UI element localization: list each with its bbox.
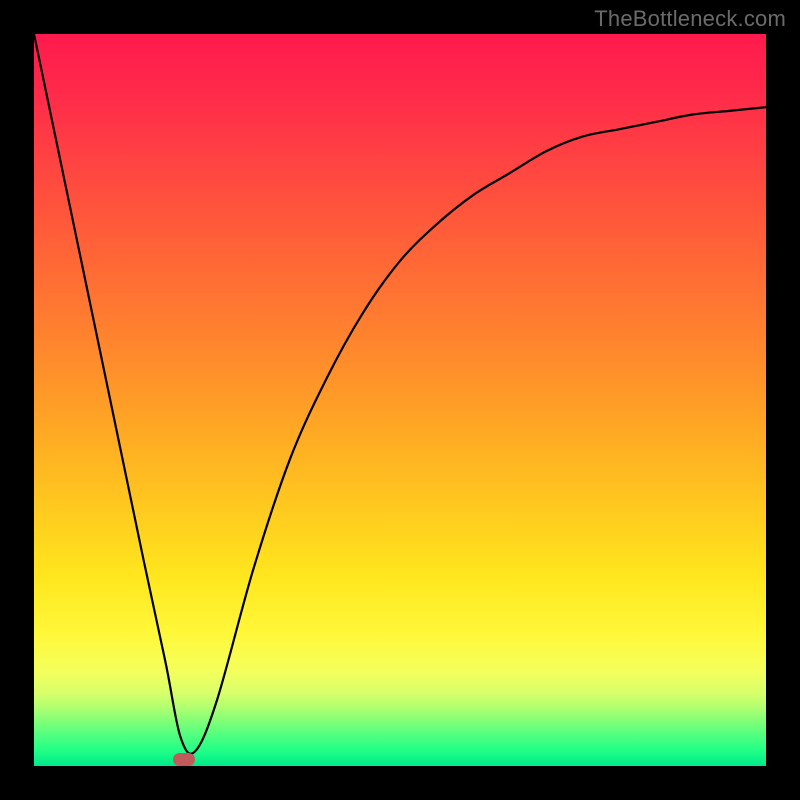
bottleneck-curve [34,34,766,766]
optimal-marker [173,753,195,766]
watermark-text: TheBottleneck.com [594,6,786,32]
chart-frame: TheBottleneck.com [0,0,800,800]
plot-area [34,34,766,766]
